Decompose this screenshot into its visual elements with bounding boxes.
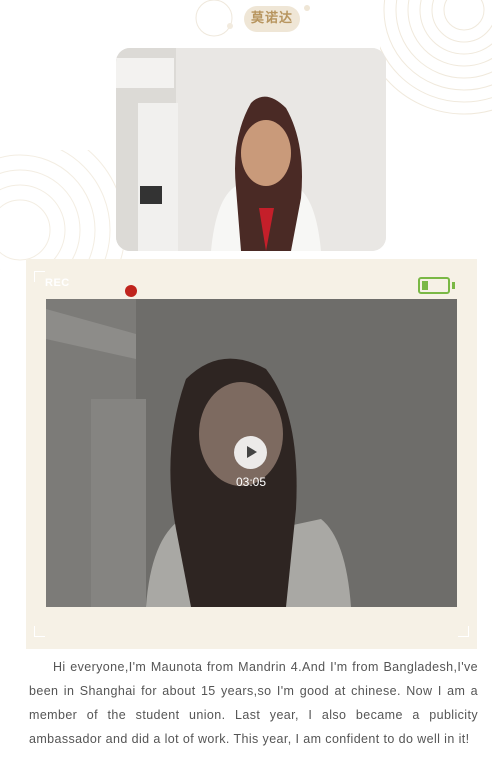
header: 莫诺达 [0,0,492,44]
student-bio-text: Hi everyone,I'm Maunota from Mandrin 4.A… [29,660,478,746]
play-button[interactable] [234,436,267,469]
frame-corner-bottom-left [34,626,45,637]
battery-icon [418,277,450,294]
rec-label: REC [45,277,70,289]
video-player[interactable]: 03:05 [46,299,457,607]
student-name-badge: 莫诺达 [244,6,300,32]
portrait-illustration [116,48,386,251]
frame-corner-bottom-right [458,626,469,637]
frame-corner-top-left [34,271,45,282]
battery-level-fill [422,281,428,290]
video-duration: 03:05 [235,475,267,489]
student-photo [116,48,386,251]
video-section: REC 03:05 [26,259,477,649]
battery-icon-cap [452,282,455,289]
rec-indicator-dot [125,285,137,297]
